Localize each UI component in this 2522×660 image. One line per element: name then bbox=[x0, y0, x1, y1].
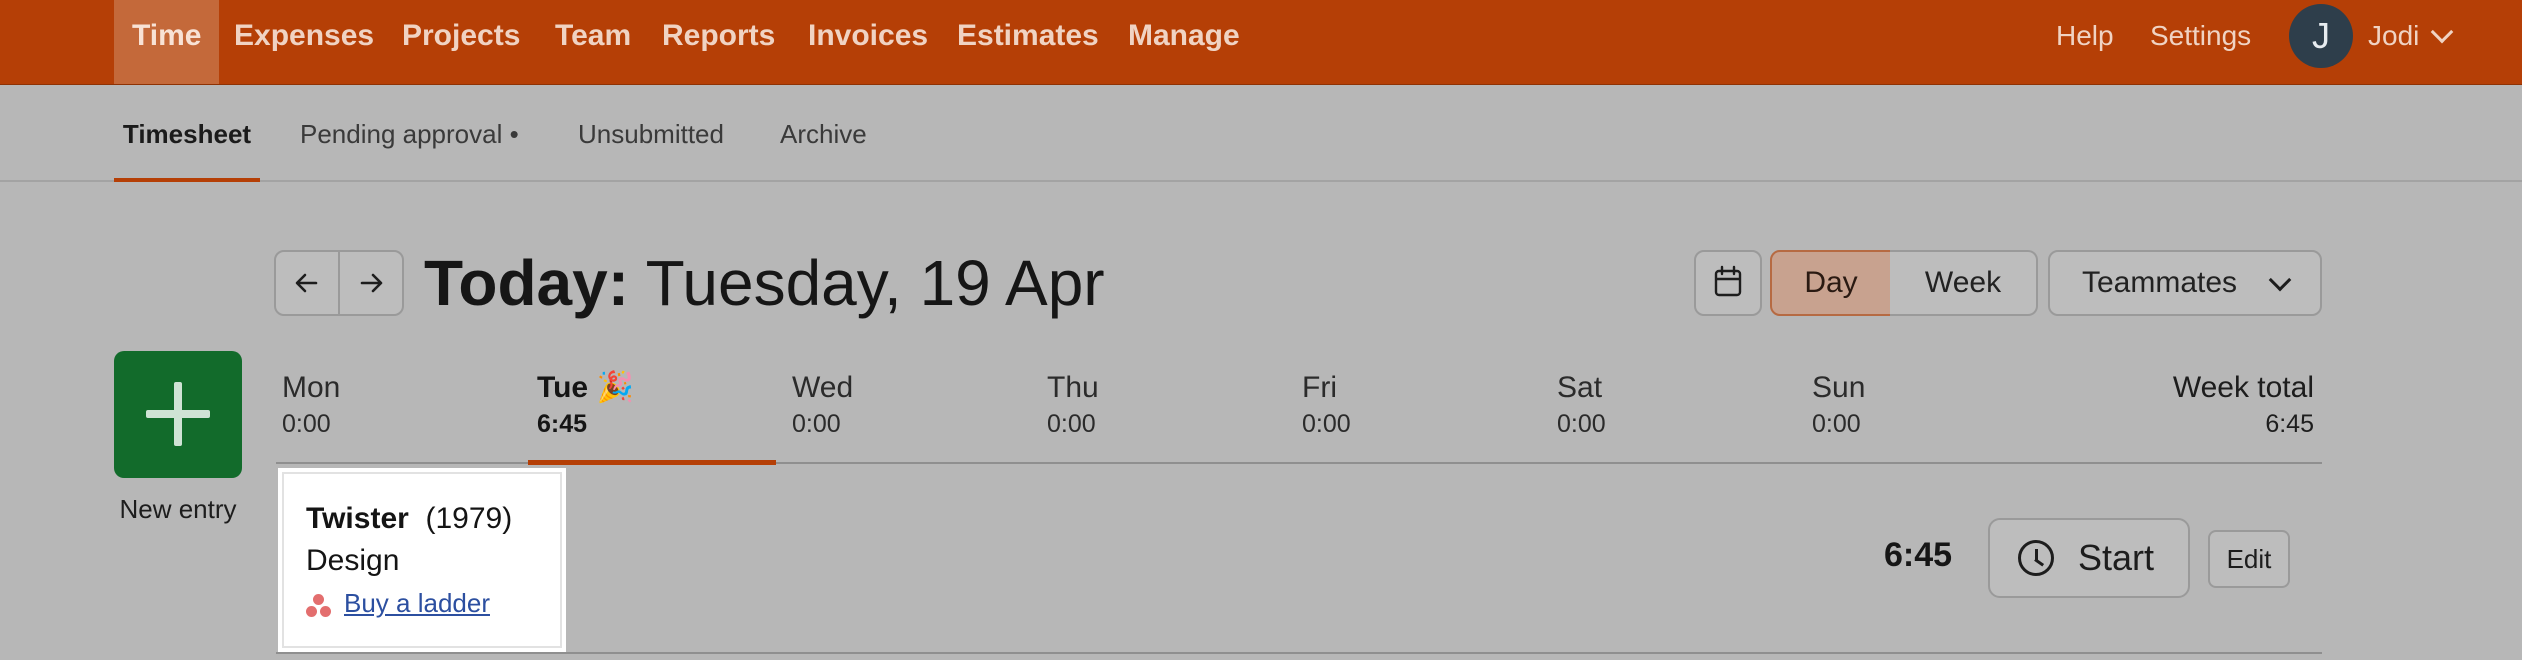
divider bbox=[276, 652, 2322, 654]
nav-time[interactable]: Time bbox=[114, 0, 220, 84]
calendar-button[interactable] bbox=[1694, 250, 1762, 316]
nav-expenses[interactable]: Expenses bbox=[234, 0, 374, 84]
clock-icon bbox=[2018, 540, 2054, 576]
client-name: (1979) bbox=[425, 502, 513, 535]
nav-settings[interactable]: Settings bbox=[2150, 0, 2251, 72]
day-wed[interactable]: Wed 0:00 bbox=[792, 370, 853, 442]
nav-projects[interactable]: Projects bbox=[402, 0, 520, 84]
external-task-link[interactable]: Buy a ladder bbox=[344, 588, 490, 619]
day-sat[interactable]: Sat 0:00 bbox=[1557, 370, 1606, 442]
tab-archive[interactable]: Archive bbox=[780, 86, 867, 182]
teammates-dropdown[interactable]: Teammates bbox=[2048, 250, 2322, 316]
edit-entry-button[interactable]: Edit bbox=[2208, 530, 2290, 588]
time-entry-details: Twister (1979) Design Buy a ladder bbox=[282, 472, 562, 648]
timesheet-subnav: Timesheet Pending approval • Unsubmitted… bbox=[0, 86, 2522, 182]
start-timer-button[interactable]: Start bbox=[1988, 518, 2190, 598]
title-date: Tuesday, 19 Apr bbox=[645, 247, 1105, 319]
day-fri[interactable]: Fri 0:00 bbox=[1302, 370, 1351, 442]
entry-duration: 6:45 bbox=[1884, 536, 1953, 574]
previous-day-button[interactable] bbox=[274, 250, 340, 316]
view-day-button[interactable]: Day bbox=[1770, 250, 1892, 316]
day-tue[interactable]: Tue 🎉 6:45 bbox=[537, 370, 634, 442]
nav-reports[interactable]: Reports bbox=[662, 0, 775, 84]
tab-timesheet[interactable]: Timesheet bbox=[114, 86, 260, 182]
new-entry-button[interactable] bbox=[114, 351, 242, 478]
new-entry-label: New entry bbox=[119, 494, 237, 524]
next-day-button[interactable] bbox=[338, 250, 404, 316]
chevron-down-icon[interactable] bbox=[2430, 20, 2454, 44]
entry-task: Design bbox=[306, 544, 400, 577]
day-mon[interactable]: Mon 0:00 bbox=[282, 370, 340, 442]
day-sun[interactable]: Sun 0:00 bbox=[1812, 370, 1865, 442]
project-name: Twister bbox=[306, 502, 409, 535]
nav-team[interactable]: Team bbox=[555, 0, 631, 84]
teammates-label: Teammates bbox=[2082, 266, 2238, 299]
nav-manage[interactable]: Manage bbox=[1128, 0, 1240, 84]
entry-project: Twister (1979) bbox=[306, 502, 512, 536]
day-thu[interactable]: Thu 0:00 bbox=[1047, 370, 1099, 442]
calendar-icon bbox=[1714, 265, 1742, 297]
nav-invoices[interactable]: Invoices bbox=[808, 0, 928, 84]
tab-pending-approval[interactable]: Pending approval • bbox=[300, 86, 519, 182]
week-total: Week total 6:45 bbox=[2172, 371, 2314, 438]
arrow-left-icon bbox=[295, 273, 318, 293]
selected-day-indicator bbox=[528, 460, 776, 465]
user-name[interactable]: Jodi bbox=[2368, 0, 2419, 72]
title-prefix: Today: bbox=[424, 247, 630, 319]
nav-help[interactable]: Help bbox=[2056, 0, 2114, 72]
start-label: Start bbox=[2078, 537, 2155, 578]
nav-estimates[interactable]: Estimates bbox=[957, 0, 1099, 84]
asana-icon bbox=[306, 594, 332, 618]
view-week-button[interactable]: Week bbox=[1890, 250, 2038, 316]
chevron-down-icon bbox=[2268, 268, 2292, 292]
tab-unsubmitted[interactable]: Unsubmitted bbox=[578, 86, 724, 182]
top-navigation: Time Expenses Projects Team Reports Invo… bbox=[0, 0, 2522, 85]
arrow-right-icon bbox=[360, 273, 383, 293]
avatar[interactable]: J bbox=[2289, 4, 2353, 68]
page-title: Today: Tuesday, 19 Apr bbox=[424, 240, 1105, 326]
